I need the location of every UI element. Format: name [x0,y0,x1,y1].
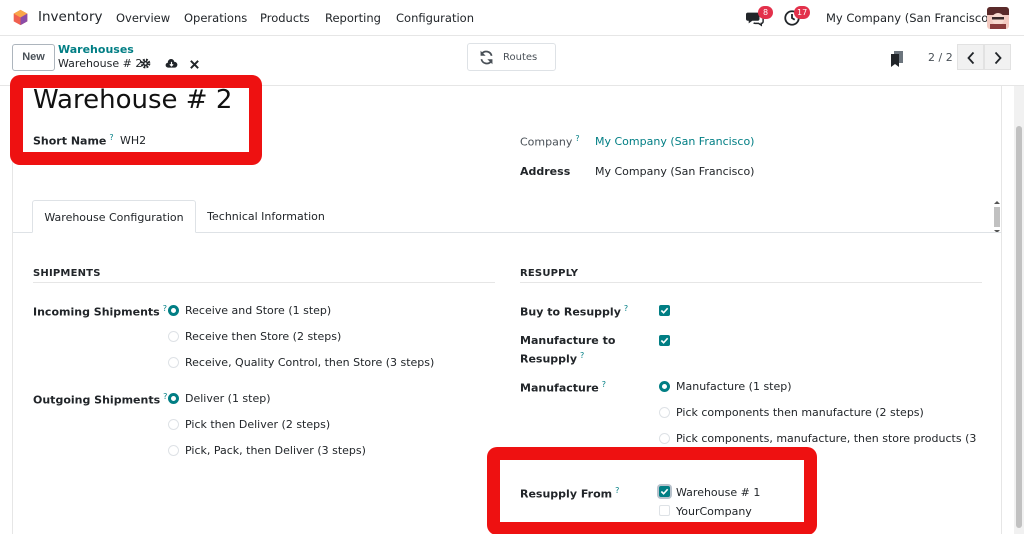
app-name[interactable]: Inventory [38,9,102,25]
top-navbar: Inventory Overview Operations Products R… [0,0,1024,36]
incoming-option-2[interactable]: Receive then Store (2 steps) [185,330,341,343]
chevron-left-icon [967,51,975,65]
manufacture-label: Manufacture? [520,380,606,395]
address-field[interactable]: My Company (San Francisco) [595,165,754,178]
shipments-section-title: SHIPMENTS [33,268,101,279]
routes-smart-button[interactable]: Routes [467,43,556,71]
manufacture-option-3[interactable]: Pick components, manufacture, then store… [676,432,976,445]
address-label: Address [520,165,571,178]
menu-products[interactable]: Products [260,11,310,25]
outgoing-option-3-radio[interactable] [168,445,179,456]
incoming-option-3[interactable]: Receive, Quality Control, then Store (3 … [185,356,434,369]
annotation-highlight-title [10,75,262,165]
incoming-option-1-radio[interactable] [168,305,179,316]
incoming-option-3-radio[interactable] [168,357,179,368]
buy-to-resupply-checkbox[interactable] [659,305,670,316]
manufacture-option-3-radio[interactable] [659,433,670,444]
tab-scrollbar[interactable] [993,200,1001,234]
shipments-divider [33,282,495,283]
save-cloud-icon[interactable] [165,57,178,70]
messages-badge: 8 [758,6,773,19]
breadcrumb-warehouses[interactable]: Warehouses [58,43,134,56]
page-scrollbar[interactable] [1014,86,1024,534]
pager-next-button[interactable] [984,44,1011,70]
manufacture-option-2[interactable]: Pick components then manufacture (2 step… [676,406,924,419]
outgoing-shipments-label: Outgoing Shipments? [33,392,168,407]
resupply-divider [520,282,982,283]
incoming-shipments-label: Incoming Shipments? [33,304,167,319]
gear-icon[interactable] [139,57,152,70]
manufacture-option-1-radio[interactable] [659,381,670,392]
tab-warehouse-configuration[interactable]: Warehouse Configuration [32,200,196,233]
menu-operations[interactable]: Operations [184,11,247,25]
manufacture-option-1[interactable]: Manufacture (1 step) [676,380,792,393]
pager-previous-button[interactable] [957,44,984,70]
refresh-icon [480,50,493,65]
chevron-right-icon [994,51,1002,65]
user-avatar[interactable] [987,7,1009,29]
manufacture-to-resupply-checkbox[interactable] [659,335,670,346]
company-switcher[interactable]: My Company (San Francisco) [826,11,993,25]
buy-to-resupply-label: Buy to Resupply? [520,304,629,319]
outgoing-option-2-radio[interactable] [168,419,179,430]
routes-label: Routes [503,52,538,63]
outgoing-option-1-radio[interactable] [168,393,179,404]
menu-configuration[interactable]: Configuration [396,11,474,25]
activities-badge: 17 [794,6,811,19]
company-label: Company? [520,134,580,149]
outgoing-option-2[interactable]: Pick then Deliver (2 steps) [185,418,330,431]
annotation-highlight-resupply-from [487,447,817,534]
outgoing-option-1[interactable]: Deliver (1 step) [185,392,271,405]
company-field[interactable]: My Company (San Francisco) [595,135,754,148]
manufacture-option-2-radio[interactable] [659,407,670,418]
outgoing-option-3[interactable]: Pick, Pack, then Deliver (3 steps) [185,444,366,457]
manufacture-to-resupply-label-line2: Resupply? [520,351,585,366]
new-button[interactable]: New [12,44,55,71]
pager-value[interactable]: 2 / 2 [928,51,953,64]
incoming-option-1[interactable]: Receive and Store (1 step) [185,304,331,317]
discard-icon[interactable] [188,58,201,71]
resupply-section-title: RESUPPLY [520,268,579,279]
incoming-option-2-radio[interactable] [168,331,179,342]
menu-reporting[interactable]: Reporting [325,11,381,25]
breadcrumb-current: Warehouse # 2 [58,57,143,70]
inventory-app-icon[interactable] [12,9,29,26]
manufacture-to-resupply-label-line1: Manufacture to [520,334,616,347]
tab-technical-information[interactable]: Technical Information [198,200,334,233]
bookmark-icon[interactable] [890,51,904,67]
menu-overview[interactable]: Overview [116,11,170,25]
page-scrollbar-thumb[interactable] [1016,126,1022,528]
